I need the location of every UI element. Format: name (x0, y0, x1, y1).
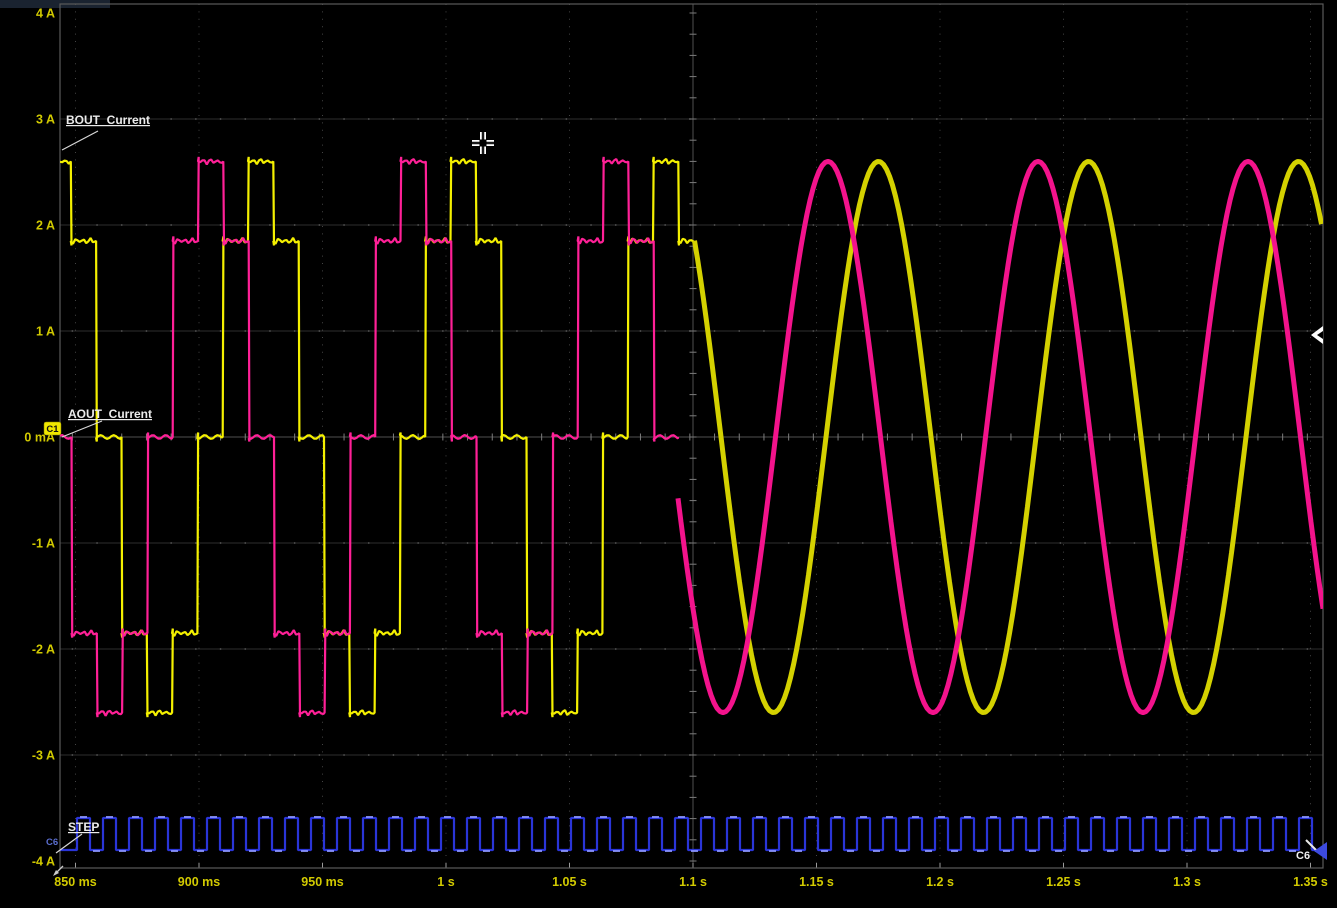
bout-label-text[interactable]: BOUT_Current (66, 113, 150, 127)
waveform-plot-area[interactable]: 4 A3 A2 A1 A0 mA-1 A-2 A-3 A-4 A850 ms90… (0, 0, 1337, 908)
y-axis-tick-label: -1 A (32, 537, 55, 551)
background (0, 0, 1337, 908)
x-axis-tick-label: 1.1 s (679, 875, 707, 889)
x-axis-tick-label: 1.15 s (799, 875, 834, 889)
oscilloscope-display: 4 A3 A2 A1 A0 mA-1 A-2 A-3 A-4 A850 ms90… (0, 0, 1337, 908)
channel-indicator-c6-left: C6 (46, 837, 58, 848)
c6-right-text: C6 (1296, 850, 1310, 862)
x-axis-tick-label: 1 s (437, 875, 454, 889)
x-axis-tick-label: 950 ms (301, 875, 343, 889)
c1-badge-text: C1 (46, 424, 59, 435)
x-axis-tick-label: 850 ms (54, 875, 96, 889)
y-axis-tick-label: 2 A (36, 219, 55, 233)
y-axis-tick-label: 3 A (36, 113, 55, 127)
step-label-text[interactable]: STEP (68, 820, 99, 834)
y-axis-tick-label: -2 A (32, 643, 55, 657)
y-axis-tick-label: -4 A (32, 855, 55, 869)
x-axis-tick-label: 1.35 s (1293, 875, 1328, 889)
y-axis-tick-label: 4 A (36, 7, 55, 21)
y-axis-tick-label: -3 A (32, 749, 55, 763)
y-axis-tick-label: 1 A (36, 325, 55, 339)
aout-label-text[interactable]: AOUT_Current (68, 407, 152, 421)
channel-badge-c1[interactable]: C1 (44, 422, 61, 435)
x-axis-tick-label: 1.3 s (1173, 875, 1201, 889)
x-axis-tick-label: 1.25 s (1046, 875, 1081, 889)
x-axis-tick-label: 1.05 s (552, 875, 587, 889)
x-axis-tick-label: 900 ms (178, 875, 220, 889)
x-axis-tick-label: 1.2 s (926, 875, 954, 889)
